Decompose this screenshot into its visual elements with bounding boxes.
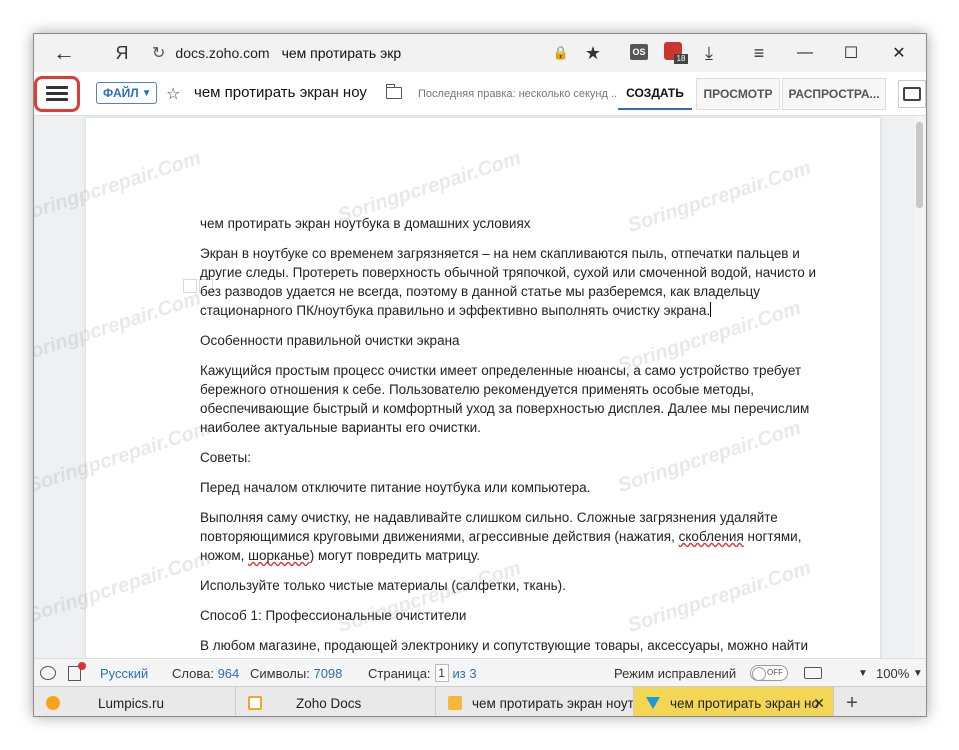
char-count: Символы: 7098 [250, 665, 343, 681]
vertical-scrollbar[interactable] [914, 116, 926, 658]
menu-lines-icon[interactable]: ≡ [748, 34, 770, 72]
arrow-left-icon[interactable]: ← [50, 34, 78, 72]
word-count: Слова: 964 [172, 665, 240, 681]
doc-paragraph: В любом магазине, продающей электронику … [200, 638, 809, 658]
file-menu-button[interactable]: ФАЙЛ ▼ [96, 82, 157, 104]
spellcheck-word: шорканье [248, 548, 310, 563]
address-domain: docs.zoho.com [175, 45, 270, 61]
browser-tab-label: Lumpics.ru [98, 695, 165, 711]
minimize-icon[interactable]: — [782, 34, 828, 72]
page-total: из 3 [452, 665, 477, 681]
address-page-title: чем протирать экр [281, 45, 402, 61]
doc-tip: Перед началом отключите питание ноутбука… [200, 480, 591, 495]
lock-icon[interactable]: 🔒 [550, 34, 572, 72]
status-bar: Русский Слова: 964 Символы: 7098 Страниц… [34, 658, 926, 686]
doc-tip: Используйте только чистые материалы (сал… [200, 578, 566, 593]
close-icon[interactable]: ✕ [876, 34, 922, 72]
keyboard-icon-wrap[interactable] [804, 659, 822, 687]
tab-view[interactable]: ПРОСМОТР [696, 78, 780, 110]
document-title[interactable]: чем протирать экран ноу [194, 84, 367, 101]
notes-icon[interactable] [68, 661, 86, 681]
star-icon[interactable]: ★ [582, 34, 604, 72]
extension-icon[interactable]: OS [630, 44, 648, 60]
browser-tab-strip: Lumpics.ru Zoho Docs чем протирать экран… [34, 686, 926, 716]
chevron-down-icon[interactable]: ▼ [858, 659, 868, 687]
text-caret [710, 302, 712, 317]
page-input[interactable]: 1 [434, 664, 449, 682]
browser-tab-doc-1[interactable]: чем протирать экран ноутб [436, 687, 634, 716]
spellcheck-word: скобления [678, 529, 744, 544]
browser-tab-lumpics[interactable]: Lumpics.ru [34, 687, 236, 716]
browser-topbar: ← Я ↻ docs.zoho.com чем протирать экр 🔒 … [34, 34, 926, 72]
notes-icon-wrap[interactable] [68, 659, 86, 687]
document-body[interactable]: чем протирать экран ноутбука в домашних … [200, 214, 820, 658]
chevron-down-icon: ▼ [141, 87, 152, 99]
hamburger-menu-button[interactable] [34, 76, 80, 112]
document-page[interactable]: чем протирать экран ноутбука в домашних … [86, 118, 880, 658]
address-bar[interactable]: ↻ docs.zoho.com чем протирать экр [152, 40, 612, 66]
maximize-icon[interactable]: ☐ [828, 34, 874, 72]
browser-window: ← Я ↻ docs.zoho.com чем протирать экр 🔒 … [33, 33, 927, 717]
folder-icon[interactable] [386, 84, 402, 99]
doc-tip: Выполняя саму очистку, не надавливайте с… [200, 510, 802, 563]
browser-tab-label: чем протирать экран ноутб [472, 695, 634, 711]
zoho-writer-favicon-icon [646, 697, 660, 709]
track-changes-toggle[interactable]: OFF [750, 659, 788, 687]
browser-tab-doc-active[interactable]: чем протирать экран но ✕ [634, 687, 834, 716]
doc-heading: Способ 1: Профессиональные очистители [200, 608, 467, 623]
chat-icon-wrap[interactable] [40, 659, 56, 687]
lumpics-favicon-icon [46, 696, 60, 710]
doc-paragraph: Экран в ноутбуке со временем загрязняетс… [200, 246, 817, 318]
tab-create[interactable]: СОЗДАТЬ [618, 78, 692, 110]
track-changes-label: Режим исправлений [614, 665, 737, 681]
browser-tab-zoho-docs[interactable]: Zoho Docs [236, 687, 436, 716]
scrollbar-thumb[interactable] [916, 122, 923, 208]
doc-title-line: чем протирать экран ноутбука в домашних … [200, 216, 531, 231]
doc-tips-label: Советы: [200, 450, 251, 465]
zoho-favicon-icon [248, 696, 262, 710]
close-tab-icon[interactable]: ✕ [813, 695, 825, 712]
refresh-icon[interactable]: ↻ [152, 43, 165, 63]
last-edit-info: Последняя правка: несколько секунд ... [418, 88, 621, 100]
keyboard-icon[interactable] [804, 667, 822, 679]
language-selector[interactable]: Русский [100, 659, 148, 687]
favorite-star-icon[interactable]: ☆ [166, 84, 180, 104]
doc-heading: Особенности правильной очистки экрана [200, 333, 460, 348]
browser-tab-label: Zoho Docs [296, 695, 362, 711]
chat-icon[interactable] [40, 666, 56, 680]
zoom-selector[interactable]: 100% ▼ [876, 659, 923, 687]
document-area: чем протирать экран ноутбука в домашних … [34, 116, 926, 658]
folder-favicon-icon [448, 696, 462, 710]
browser-tab-label: чем протирать экран но [670, 695, 819, 711]
app-toolbar: ФАЙЛ ▼ ☆ чем протирать экран ноу Последн… [34, 72, 926, 116]
page-indicator: Страница: 1 из 3 [368, 664, 477, 682]
tab-share[interactable]: РАСПРОСТРА... [782, 78, 886, 110]
download-icon[interactable]: ⤓ [698, 34, 720, 72]
extension-badge: 18 [674, 54, 688, 64]
new-tab-icon[interactable]: + [840, 687, 864, 716]
file-menu-label: ФАЙЛ [103, 86, 139, 100]
doc-paragraph: Кажущийся простым процесс очистки имеет … [200, 363, 810, 435]
hamburger-icon [46, 86, 68, 102]
yandex-logo[interactable]: Я [110, 34, 134, 72]
comments-icon[interactable] [898, 80, 926, 108]
